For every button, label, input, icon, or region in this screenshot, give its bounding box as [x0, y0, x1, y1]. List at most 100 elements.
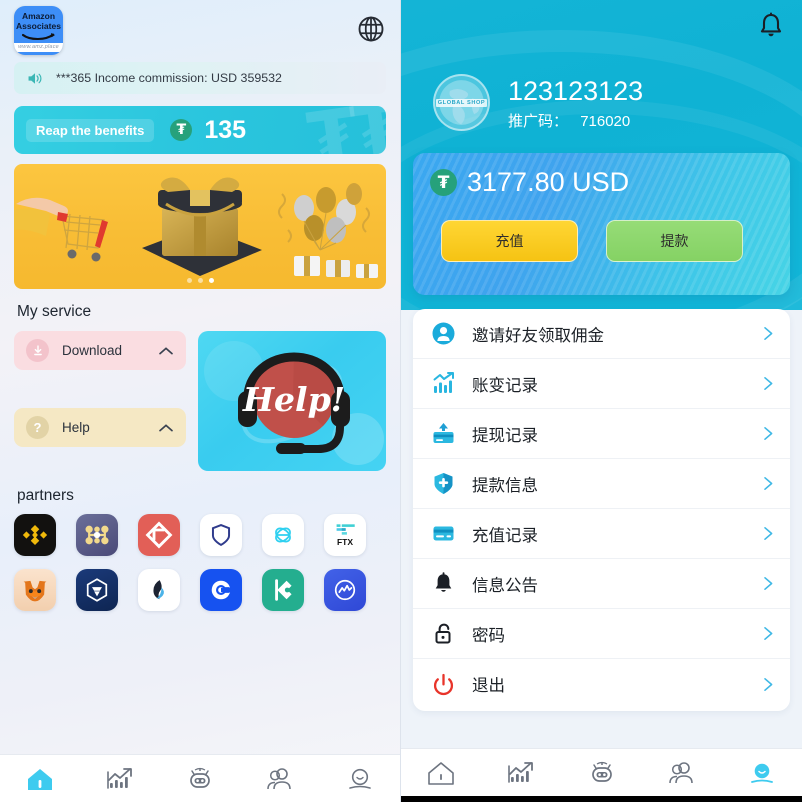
- chevron-right-icon: [764, 377, 773, 390]
- robot-icon: [591, 761, 612, 782]
- download-button[interactable]: Download: [14, 331, 186, 370]
- tab-robot[interactable]: [561, 760, 641, 786]
- left-tabbar: [0, 754, 400, 802]
- sushiswap-icon[interactable]: [262, 514, 304, 556]
- user-circle-icon: [431, 321, 456, 346]
- tab-market[interactable]: [80, 766, 160, 792]
- partners-title: partners: [17, 487, 74, 504]
- chevron-right-icon: [764, 427, 773, 440]
- carousel-dots[interactable]: [14, 278, 386, 283]
- ftx-icon[interactable]: FTX: [324, 514, 366, 556]
- chevron-right-icon: [764, 477, 773, 490]
- decorative-watermark: ₮₮: [302, 106, 386, 154]
- kucoin-icon[interactable]: [262, 569, 304, 611]
- menu-label: 账变记录: [472, 376, 538, 395]
- menu-item-invite-friends[interactable]: 邀请好友领取佣金: [413, 309, 790, 359]
- bell-icon: [431, 571, 456, 596]
- gate-io-icon[interactable]: [138, 514, 180, 556]
- left-header: Amazon Associates www.amz.place: [0, 0, 400, 62]
- reap-value: 135: [204, 115, 247, 144]
- chevron-up-icon: [159, 423, 173, 431]
- recharge-button[interactable]: 充值: [441, 220, 578, 262]
- profile-icon: [751, 763, 773, 783]
- promo-gift-banner-art: [14, 177, 378, 278]
- tab-team[interactable]: [240, 766, 320, 792]
- ftx-label: FTX: [336, 537, 354, 547]
- global-shop-label: GLOBAL SHOP: [435, 98, 488, 107]
- team-icon: [267, 767, 291, 789]
- promo-code-value: 716020: [580, 112, 631, 130]
- home-icon: [28, 768, 52, 790]
- menu-item-announcements[interactable]: 信息公告: [413, 559, 790, 609]
- tab-home[interactable]: [0, 766, 80, 792]
- menu-label: 提款信息: [472, 476, 538, 495]
- help-label: Help: [62, 420, 90, 435]
- tab-market[interactable]: [481, 760, 561, 786]
- menu-item-withdraw-records[interactable]: 提现记录: [413, 409, 790, 459]
- menu-item-withdraw-info[interactable]: 提款信息: [413, 459, 790, 509]
- promo-code-label: 推广码：: [508, 112, 569, 130]
- globe-icon[interactable]: [356, 14, 386, 44]
- chevron-right-icon: [764, 327, 773, 340]
- income-notice-bar[interactable]: ***365 Income commission: USD 359532: [14, 62, 386, 94]
- left-app-screen: Amazon Associates www.amz.place ***365 I…: [0, 0, 401, 802]
- coinmarketcap-icon[interactable]: [324, 569, 366, 611]
- download-circle-icon: [26, 339, 49, 362]
- menu-label: 信息公告: [472, 576, 538, 595]
- global-shop-globe-icon: GLOBAL SHOP: [433, 74, 490, 131]
- huobi-icon[interactable]: [138, 569, 180, 611]
- team-icon: [668, 761, 693, 783]
- account-menu-list: 邀请好友领取佣金 账变记录 提现记录 提款信息 充值记录 信息公告 密码 退出: [413, 309, 790, 711]
- menu-item-logout[interactable]: 退出: [413, 659, 790, 709]
- promo-banner-carousel[interactable]: [14, 164, 386, 289]
- tether-usdt-icon: ₮: [170, 119, 193, 141]
- coinbase-icon[interactable]: [200, 569, 242, 611]
- metamask-icon[interactable]: [14, 569, 56, 611]
- help-button[interactable]: ? Help: [14, 408, 186, 447]
- menu-item-account-records[interactable]: 账变记录: [413, 359, 790, 409]
- reap-benefits-bar[interactable]: ₮₮ Reap the benefits ₮ 135: [14, 106, 386, 154]
- bell-icon[interactable]: [758, 12, 784, 40]
- question-circle-icon: ?: [26, 416, 49, 439]
- shield-wallet-icon[interactable]: [200, 514, 242, 556]
- menu-label: 充值记录: [472, 526, 538, 545]
- binance-icon[interactable]: [14, 514, 56, 556]
- partner-icon-grid: FTX: [14, 514, 386, 611]
- home-indicator: [401, 796, 802, 802]
- chart-bars-icon: [431, 371, 456, 396]
- chart-growth-icon: [107, 767, 132, 789]
- carousel-dot[interactable]: [197, 278, 203, 283]
- carousel-dot[interactable]: [186, 278, 192, 283]
- carousel-dot-active[interactable]: [208, 278, 214, 283]
- brand-line-2: Associates: [16, 21, 61, 31]
- withdraw-button[interactable]: 提款: [606, 220, 743, 262]
- lock-icon: [431, 621, 456, 646]
- tab-profile-active[interactable]: [722, 760, 802, 786]
- home-icon: [428, 761, 454, 785]
- power-icon: [431, 672, 456, 697]
- service-row: Download ? Help Help!: [14, 331, 386, 471]
- profile-identity: 123123123 推广码： 716020: [508, 75, 643, 131]
- username: 123123123: [508, 75, 644, 106]
- menu-item-recharge-records[interactable]: 充值记录: [413, 509, 790, 559]
- amazon-associates-logo[interactable]: Amazon Associates www.amz.place: [14, 6, 63, 55]
- right-app-screen: GLOBAL SHOP 123123123 推广码： 716020 ₮ 3177…: [401, 0, 802, 802]
- tab-home[interactable]: [401, 760, 481, 786]
- help-support-card[interactable]: Help!: [198, 331, 386, 471]
- balance-amount: 3177.80 USD: [467, 167, 630, 197]
- dual-screen-container: Amazon Associates www.amz.place ***365 I…: [0, 0, 802, 802]
- tab-team[interactable]: [642, 760, 722, 786]
- tab-robot[interactable]: [160, 766, 240, 792]
- card-upload-icon: [431, 421, 456, 446]
- ethereum-nodes-icon[interactable]: [76, 514, 118, 556]
- tab-profile[interactable]: [320, 766, 400, 792]
- crypto-com-icon[interactable]: [76, 569, 118, 611]
- chevron-up-icon: [159, 346, 173, 354]
- chart-growth-icon: [508, 761, 534, 783]
- chevron-right-icon: [764, 527, 773, 540]
- promo-code-row[interactable]: 推广码： 716020: [508, 110, 643, 131]
- balance-row: ₮ 3177.80 USD: [413, 153, 790, 198]
- menu-item-password[interactable]: 密码: [413, 609, 790, 659]
- menu-label: 退出: [472, 677, 505, 695]
- svg-text:Help!: Help!: [242, 380, 345, 419]
